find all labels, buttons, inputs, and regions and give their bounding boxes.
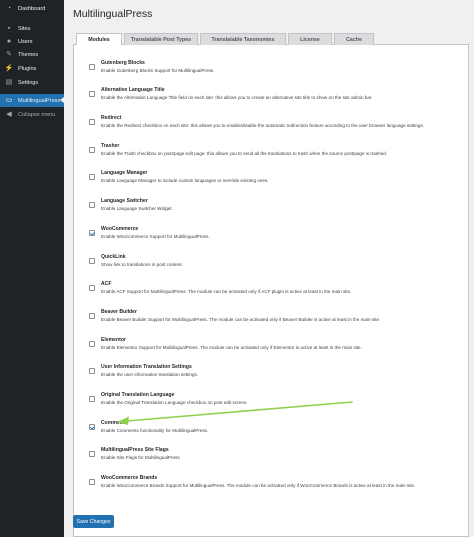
sidebar-item-label: Themes [18, 51, 39, 58]
tab-translatable-taxonomies[interactable]: Translatable Taxonomies [200, 33, 286, 45]
users-icon: ● [6, 38, 12, 45]
module-title: Gutenberg Blocks [101, 60, 145, 66]
module-description: Enable WooCommerce Support for Multiling… [101, 234, 210, 239]
module-title: Redirect [101, 115, 122, 121]
sidebar-item-settings[interactable]: ▤ Settings [0, 76, 64, 89]
module-title: Elementor [101, 337, 126, 343]
module-checkbox[interactable] [89, 285, 95, 291]
module-title: WooCommerce [101, 226, 139, 232]
module-checkbox[interactable] [89, 451, 95, 457]
module-title: Language Manager [101, 170, 148, 176]
module-checkbox[interactable] [89, 313, 95, 319]
tab-cache[interactable]: Cache [334, 33, 374, 45]
collapse-icon: ◀ [6, 111, 12, 118]
module-checkbox[interactable] [89, 341, 95, 347]
module-description: Enable Language Switcher Widget. [101, 206, 173, 211]
sidebar-item-plugins[interactable]: ⚡ Plugins [0, 62, 64, 75]
themes-icon: ✎ [6, 51, 12, 58]
module-title: Language Switcher [101, 198, 148, 204]
module-title: Alternative Language Title [101, 87, 165, 93]
sidebar-item-label: Plugins [18, 65, 37, 72]
module-description: Enable the Trash checkbox on post/page e… [101, 151, 388, 156]
module-checkbox[interactable] [89, 202, 95, 208]
module-title: WooCommerce Brands [101, 475, 158, 481]
modules-panel: Gutenberg Blocks Enable Gutenberg Blocks… [73, 45, 469, 537]
sidebar-item-users[interactable]: ● Users [0, 35, 64, 48]
plugins-icon: ⚡ [4, 65, 14, 72]
module-description: Enable WooCommerce Brands Support for Mu… [101, 483, 416, 488]
module-checkbox[interactable] [89, 91, 95, 97]
module-checkbox[interactable] [89, 479, 95, 485]
module-title: Trasher [101, 143, 120, 149]
sidebar-item-sites[interactable]: ▪ Sites [0, 22, 64, 35]
module-title: QuickLink [101, 254, 126, 260]
settings-icon: ▤ [5, 79, 13, 86]
module-title: Beaver Builder [101, 309, 137, 315]
sidebar-item-label: Collapse menu [18, 111, 56, 118]
module-title: ACF [101, 281, 112, 287]
module-description: Enable Gutenberg Blocks Support for Mult… [101, 68, 215, 73]
module-checkbox[interactable] [89, 230, 95, 236]
module-description: Show link to translations in post conten… [101, 262, 183, 267]
tab-translatable-post-types[interactable]: Translatable Post Types [124, 33, 198, 45]
module-description: Enable the Redirect checkbox on each sit… [101, 123, 425, 128]
dashboard-icon: ◔ [6, 5, 12, 12]
module-title: Original Translation Language [101, 392, 175, 398]
module-description: Enable the Alternative Language Title fi… [101, 95, 373, 100]
module-description: Enable Language Manager to include custo… [101, 178, 269, 183]
module-checkbox[interactable] [89, 396, 95, 402]
main-content: MultilingualPress Modules Translatable P… [64, 0, 474, 537]
module-description: Enable the Original Translation Language… [101, 400, 248, 405]
multilingualpress-icon: ▭ [5, 97, 13, 104]
module-title: User Information Translation Settings [101, 364, 192, 370]
module-checkbox[interactable] [89, 368, 95, 374]
module-description: Enable Elementor Support for Multilingua… [101, 345, 362, 350]
module-checkbox[interactable] [89, 147, 95, 153]
sidebar-item-themes[interactable]: ✎ Themes [0, 48, 64, 61]
module-description: Enable Beaver Builder Support for Multil… [101, 317, 381, 322]
tab-license[interactable]: License [288, 33, 332, 45]
sidebar-item-label: Dashboard [18, 5, 46, 12]
admin-sidebar: ◔ Dashboard ▪ Sites ● Users ✎ Themes ⚡ P… [0, 0, 64, 537]
sidebar-item-label: Users [18, 38, 33, 45]
module-title: Comments [101, 420, 128, 426]
module-description: Enable ACF Support for MultilingualPress… [101, 289, 352, 294]
sites-icon: ▪ [7, 25, 11, 32]
module-checkbox[interactable] [89, 258, 95, 264]
module-checkbox[interactable] [89, 119, 95, 125]
sidebar-item-label: MultilingualPress [18, 97, 61, 104]
sidebar-item-label: Settings [18, 79, 39, 86]
sidebar-item-dashboard[interactable]: ◔ Dashboard [0, 2, 64, 15]
tab-bar: Modules Translatable Post Types Translat… [73, 33, 469, 46]
module-description: Enable the user information translation … [101, 372, 199, 377]
collapse-menu-button[interactable]: ◀ Collapse menu [0, 108, 64, 121]
page-title: MultilingualPress [73, 8, 153, 20]
module-description: Enable Comments functionality for Multil… [101, 428, 209, 433]
module-title: MultilingualPress Site Flags [101, 447, 169, 453]
module-checkbox[interactable] [89, 174, 95, 180]
save-changes-button[interactable]: Save Changes [73, 515, 114, 528]
module-description: Enable Site Flags for MultilingualPress. [101, 455, 181, 460]
module-checkbox[interactable] [89, 64, 95, 70]
sidebar-item-multilingualpress[interactable]: ▭ MultilingualPress [0, 94, 64, 107]
module-checkbox[interactable] [89, 424, 95, 430]
sidebar-item-label: Sites [18, 25, 31, 32]
